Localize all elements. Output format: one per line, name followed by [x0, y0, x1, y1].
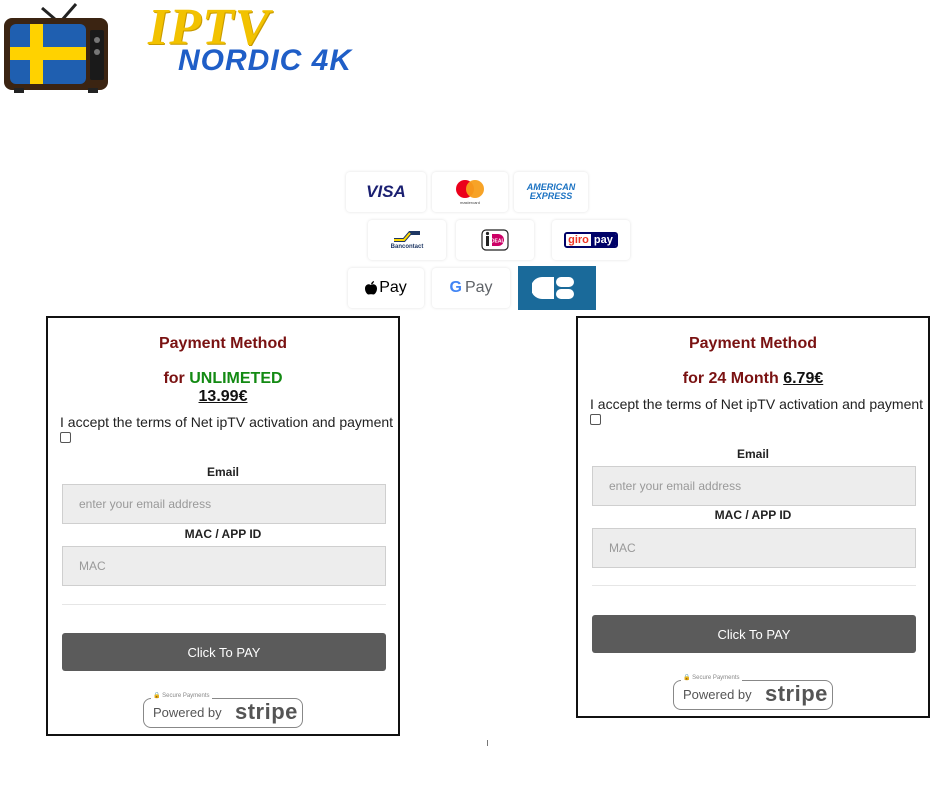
- applepay-logo: Pay: [348, 268, 424, 308]
- googlepay-logo: G Pay: [432, 268, 510, 308]
- stripe-wordmark: stripe: [765, 681, 828, 706]
- terms-checkbox[interactable]: [590, 414, 601, 425]
- powered-by-stripe-badge[interactable]: 🔒 Secure Payments Powered by stripe: [143, 692, 305, 728]
- amex-logo: AMERICAN EXPRESS: [514, 172, 588, 212]
- visa-logo: VISA: [346, 172, 426, 212]
- google-g-icon: G: [449, 279, 462, 296]
- stripe-secure-label: 🔒 Secure Payments: [681, 674, 742, 681]
- email-label: Email: [206, 465, 239, 479]
- cb-logo: CB: [518, 266, 596, 310]
- stripe-powered-text: Powered by: [683, 687, 752, 702]
- plan-name: UNLIMETED: [189, 370, 283, 387]
- stripe-secure-text: Secure Payments: [692, 675, 740, 681]
- terms-label: I accept the terms of Net ipTV activatio…: [60, 414, 394, 430]
- mastercard-logo: mastercard: [432, 172, 508, 212]
- plan-line: for UNLIMETED: [48, 370, 398, 388]
- plan-price: 13.99€: [198, 388, 248, 405]
- terms-label: I accept the terms of Net ipTV activatio…: [590, 396, 924, 412]
- stripe-powered-text: Powered by: [153, 705, 222, 720]
- giropay-logo: giro pay: [552, 220, 630, 260]
- mac-placeholder: MAC: [609, 541, 636, 555]
- mac-field[interactable]: MAC: [592, 528, 916, 568]
- mac-label: MAC / APP ID: [714, 508, 792, 522]
- logo-strip-fade: [594, 172, 634, 212]
- bancontact-logo: Bancontact: [368, 220, 446, 260]
- divider: [62, 604, 386, 605]
- mac-field[interactable]: MAC: [62, 546, 386, 586]
- plan-name: 24 Month: [708, 370, 779, 387]
- card-title: Payment Method: [688, 335, 817, 352]
- email-label: Email: [736, 447, 769, 461]
- email-placeholder: enter your email address: [609, 479, 742, 493]
- bancontact-icon: [394, 231, 420, 242]
- stray-mark: [487, 740, 488, 746]
- applepay-text: Pay: [379, 279, 407, 296]
- amex-line2: EXPRESS: [529, 191, 573, 201]
- mac-placeholder: MAC: [79, 559, 106, 573]
- pay-button[interactable]: Click To PAY: [592, 615, 916, 653]
- mac-label: MAC / APP ID: [184, 527, 262, 541]
- cb-icon: [532, 277, 574, 299]
- googlepay-text: Pay: [464, 279, 493, 296]
- giropay-text-a: giro: [566, 234, 591, 246]
- plan-price-line: 13.99€: [48, 388, 398, 406]
- mastercard-icon: mastercard: [456, 180, 484, 205]
- payment-card-24-month: Payment Method for 24 Month 6.79€ I acce…: [576, 316, 930, 718]
- giropay-icon: giro pay: [564, 232, 618, 248]
- divider: [592, 585, 916, 586]
- ideal-icon: iDEAL: [481, 229, 509, 251]
- mastercard-caption: mastercard: [460, 200, 480, 205]
- brand-logo[interactable]: IPTV NORDIC 4K: [0, 0, 380, 100]
- plan-price: 6.79€: [783, 370, 824, 387]
- stripe-wordmark: stripe: [235, 699, 298, 724]
- stripe-secure-text: Secure Payments: [162, 693, 210, 699]
- email-field[interactable]: enter your email address: [62, 484, 386, 524]
- terms-checkbox[interactable]: [60, 432, 71, 443]
- plan-prefix: for: [682, 370, 705, 387]
- pay-button[interactable]: Click To PAY: [62, 633, 386, 671]
- plan-line: for 24 Month 6.79€: [578, 370, 928, 388]
- payment-card-unlimited: Payment Method for UNLIMETED 13.99€ I ac…: [46, 316, 400, 736]
- apple-icon: [365, 281, 378, 295]
- tv-flag-icon: [4, 3, 108, 93]
- card-title: Payment Method: [158, 335, 287, 352]
- ideal-text: iDEAL: [490, 239, 505, 245]
- powered-by-stripe-badge[interactable]: 🔒 Secure Payments Powered by stripe: [673, 674, 835, 710]
- visa-icon: VISA: [366, 182, 406, 201]
- plan-prefix: for: [163, 370, 185, 387]
- lock-icon: 🔒: [153, 693, 161, 699]
- lock-icon: 🔒: [683, 675, 691, 681]
- stripe-secure-label: 🔒 Secure Payments: [151, 692, 212, 699]
- logo-text-nordic: NORDIC 4K: [178, 44, 353, 77]
- ideal-logo: iDEAL: [456, 220, 534, 260]
- bancontact-text: Bancontact: [390, 244, 424, 250]
- email-placeholder: enter your email address: [79, 497, 212, 511]
- email-field[interactable]: enter your email address: [592, 466, 916, 506]
- giropay-text-b: pay: [590, 234, 616, 246]
